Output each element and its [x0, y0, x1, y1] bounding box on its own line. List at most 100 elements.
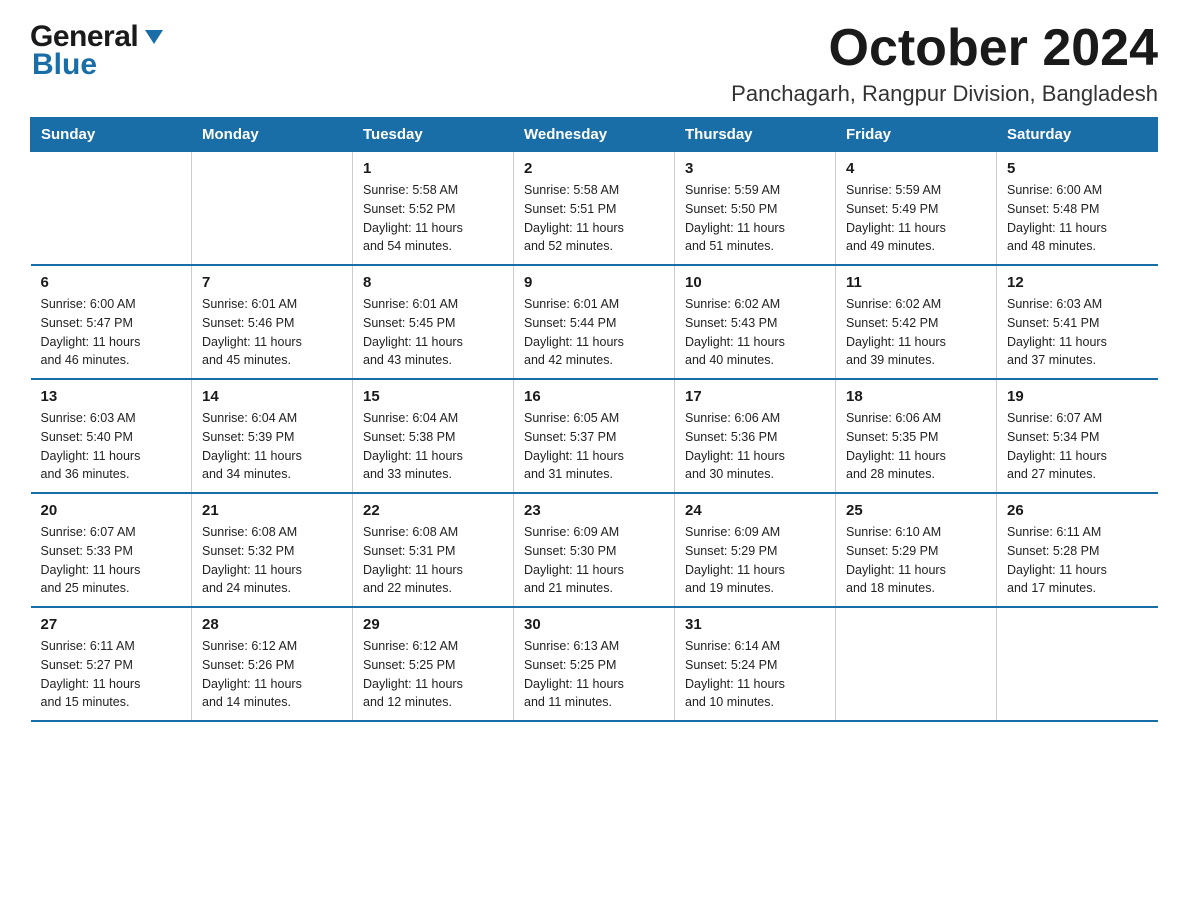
day-info: Sunrise: 6:03 AM Sunset: 5:41 PM Dayligh… — [1007, 295, 1148, 370]
calendar-table: SundayMondayTuesdayWednesdayThursdayFrid… — [30, 117, 1158, 722]
day-number: 29 — [363, 616, 503, 633]
day-number: 8 — [363, 274, 503, 291]
calendar-cell: 7 Sunrise: 6:01 AM Sunset: 5:46 PM Daylig… — [192, 265, 353, 379]
day-info: Sunrise: 6:11 AM Sunset: 5:27 PM Dayligh… — [41, 637, 182, 712]
day-info: Sunrise: 6:07 AM Sunset: 5:33 PM Dayligh… — [41, 523, 182, 598]
weekday-header-thursday: Thursday — [675, 118, 836, 152]
logo-arrow-icon — [143, 26, 165, 53]
weekday-header-tuesday: Tuesday — [353, 118, 514, 152]
day-info: Sunrise: 6:01 AM Sunset: 5:45 PM Dayligh… — [363, 295, 503, 370]
month-title: October 2024 — [731, 20, 1158, 77]
day-number: 19 — [1007, 388, 1148, 405]
calendar-week-row: 1 Sunrise: 5:58 AM Sunset: 5:52 PM Daylig… — [31, 152, 1158, 266]
calendar-cell: 11 Sunrise: 6:02 AM Sunset: 5:42 PM Dayli… — [836, 265, 997, 379]
day-info: Sunrise: 6:10 AM Sunset: 5:29 PM Dayligh… — [846, 523, 986, 598]
day-info: Sunrise: 6:12 AM Sunset: 5:26 PM Dayligh… — [202, 637, 342, 712]
calendar-cell — [192, 152, 353, 266]
day-info: Sunrise: 6:05 AM Sunset: 5:37 PM Dayligh… — [524, 409, 664, 484]
day-info: Sunrise: 6:09 AM Sunset: 5:29 PM Dayligh… — [685, 523, 825, 598]
day-number: 28 — [202, 616, 342, 633]
day-info: Sunrise: 6:01 AM Sunset: 5:46 PM Dayligh… — [202, 295, 342, 370]
calendar-cell: 23 Sunrise: 6:09 AM Sunset: 5:30 PM Dayli… — [514, 493, 675, 607]
day-info: Sunrise: 6:08 AM Sunset: 5:31 PM Dayligh… — [363, 523, 503, 598]
day-number: 1 — [363, 160, 503, 177]
calendar-cell: 25 Sunrise: 6:10 AM Sunset: 5:29 PM Dayli… — [836, 493, 997, 607]
calendar-week-row: 13Sunrise: 6:03 AM Sunset: 5:40 PM Dayli… — [31, 379, 1158, 493]
day-info: Sunrise: 6:12 AM Sunset: 5:25 PM Dayligh… — [363, 637, 503, 712]
day-number: 3 — [685, 160, 825, 177]
calendar-cell — [997, 607, 1158, 721]
day-info: Sunrise: 5:58 AM Sunset: 5:51 PM Dayligh… — [524, 181, 664, 256]
day-info: Sunrise: 6:01 AM Sunset: 5:44 PM Dayligh… — [524, 295, 664, 370]
page-header: General Blue October 2024 Panchagarh, Ra… — [30, 20, 1158, 107]
day-number: 10 — [685, 274, 825, 291]
day-number: 18 — [846, 388, 986, 405]
calendar-cell — [836, 607, 997, 721]
calendar-cell: 15 Sunrise: 6:04 AM Sunset: 5:38 PM Dayli… — [353, 379, 514, 493]
calendar-cell: 21 Sunrise: 6:08 AM Sunset: 5:32 PM Dayli… — [192, 493, 353, 607]
calendar-cell: 16 Sunrise: 6:05 AM Sunset: 5:37 PM Dayli… — [514, 379, 675, 493]
calendar-cell: 17Sunrise: 6:06 AM Sunset: 5:36 PM Dayli… — [675, 379, 836, 493]
calendar-cell: 27 Sunrise: 6:11 AM Sunset: 5:27 PM Dayli… — [31, 607, 192, 721]
calendar-cell: 14Sunrise: 6:04 AM Sunset: 5:39 PM Dayli… — [192, 379, 353, 493]
calendar-cell: 30Sunrise: 6:13 AM Sunset: 5:25 PM Dayli… — [514, 607, 675, 721]
day-number: 11 — [846, 274, 986, 291]
day-info: Sunrise: 6:06 AM Sunset: 5:35 PM Dayligh… — [846, 409, 986, 484]
day-number: 12 — [1007, 274, 1148, 291]
day-number: 27 — [41, 616, 182, 633]
weekday-header-wednesday: Wednesday — [514, 118, 675, 152]
day-info: Sunrise: 6:09 AM Sunset: 5:30 PM Dayligh… — [524, 523, 664, 598]
day-info: Sunrise: 6:11 AM Sunset: 5:28 PM Dayligh… — [1007, 523, 1148, 598]
day-info: Sunrise: 5:58 AM Sunset: 5:52 PM Dayligh… — [363, 181, 503, 256]
calendar-cell: 24Sunrise: 6:09 AM Sunset: 5:29 PM Dayli… — [675, 493, 836, 607]
calendar-cell: 13Sunrise: 6:03 AM Sunset: 5:40 PM Dayli… — [31, 379, 192, 493]
day-info: Sunrise: 6:14 AM Sunset: 5:24 PM Dayligh… — [685, 637, 825, 712]
day-info: Sunrise: 5:59 AM Sunset: 5:49 PM Dayligh… — [846, 181, 986, 256]
day-info: Sunrise: 6:02 AM Sunset: 5:43 PM Dayligh… — [685, 295, 825, 370]
calendar-cell: 22 Sunrise: 6:08 AM Sunset: 5:31 PM Dayli… — [353, 493, 514, 607]
day-info: Sunrise: 6:07 AM Sunset: 5:34 PM Dayligh… — [1007, 409, 1148, 484]
weekday-header-sunday: Sunday — [31, 118, 192, 152]
calendar-cell: 28 Sunrise: 6:12 AM Sunset: 5:26 PM Dayli… — [192, 607, 353, 721]
calendar-cell: 20 Sunrise: 6:07 AM Sunset: 5:33 PM Dayli… — [31, 493, 192, 607]
day-number: 6 — [41, 274, 182, 291]
calendar-cell — [31, 152, 192, 266]
day-number: 7 — [202, 274, 342, 291]
day-number: 20 — [41, 502, 182, 519]
day-number: 15 — [363, 388, 503, 405]
weekday-header-monday: Monday — [192, 118, 353, 152]
calendar-week-row: 27 Sunrise: 6:11 AM Sunset: 5:27 PM Dayli… — [31, 607, 1158, 721]
day-info: Sunrise: 6:13 AM Sunset: 5:25 PM Dayligh… — [524, 637, 664, 712]
calendar-cell: 31 Sunrise: 6:14 AM Sunset: 5:24 PM Dayli… — [675, 607, 836, 721]
calendar-cell: 8 Sunrise: 6:01 AM Sunset: 5:45 PM Daylig… — [353, 265, 514, 379]
day-number: 2 — [524, 160, 664, 177]
calendar-week-row: 20 Sunrise: 6:07 AM Sunset: 5:33 PM Dayli… — [31, 493, 1158, 607]
day-number: 23 — [524, 502, 664, 519]
calendar-cell: 9 Sunrise: 6:01 AM Sunset: 5:44 PM Daylig… — [514, 265, 675, 379]
calendar-cell: 29 Sunrise: 6:12 AM Sunset: 5:25 PM Dayli… — [353, 607, 514, 721]
day-info: Sunrise: 6:08 AM Sunset: 5:32 PM Dayligh… — [202, 523, 342, 598]
day-info: Sunrise: 6:02 AM Sunset: 5:42 PM Dayligh… — [846, 295, 986, 370]
day-number: 26 — [1007, 502, 1148, 519]
calendar-cell: 2 Sunrise: 5:58 AM Sunset: 5:51 PM Daylig… — [514, 152, 675, 266]
weekday-header-friday: Friday — [836, 118, 997, 152]
logo: General Blue — [30, 20, 165, 82]
calendar-cell: 10 Sunrise: 6:02 AM Sunset: 5:43 PM Dayli… — [675, 265, 836, 379]
day-info: Sunrise: 6:04 AM Sunset: 5:38 PM Dayligh… — [363, 409, 503, 484]
day-number: 22 — [363, 502, 503, 519]
day-number: 25 — [846, 502, 986, 519]
day-number: 5 — [1007, 160, 1148, 177]
weekday-header-saturday: Saturday — [997, 118, 1158, 152]
day-number: 9 — [524, 274, 664, 291]
day-number: 16 — [524, 388, 664, 405]
logo-blue-label: Blue — [32, 48, 97, 82]
day-number: 21 — [202, 502, 342, 519]
calendar-cell: 4 Sunrise: 5:59 AM Sunset: 5:49 PM Daylig… — [836, 152, 997, 266]
right-header: October 2024 Panchagarh, Rangpur Divisio… — [731, 20, 1158, 107]
day-number: 4 — [846, 160, 986, 177]
day-info: Sunrise: 5:59 AM Sunset: 5:50 PM Dayligh… — [685, 181, 825, 256]
calendar-cell: 19 Sunrise: 6:07 AM Sunset: 5:34 PM Dayli… — [997, 379, 1158, 493]
calendar-week-row: 6Sunrise: 6:00 AM Sunset: 5:47 PM Daylig… — [31, 265, 1158, 379]
day-number: 31 — [685, 616, 825, 633]
day-info: Sunrise: 6:04 AM Sunset: 5:39 PM Dayligh… — [202, 409, 342, 484]
